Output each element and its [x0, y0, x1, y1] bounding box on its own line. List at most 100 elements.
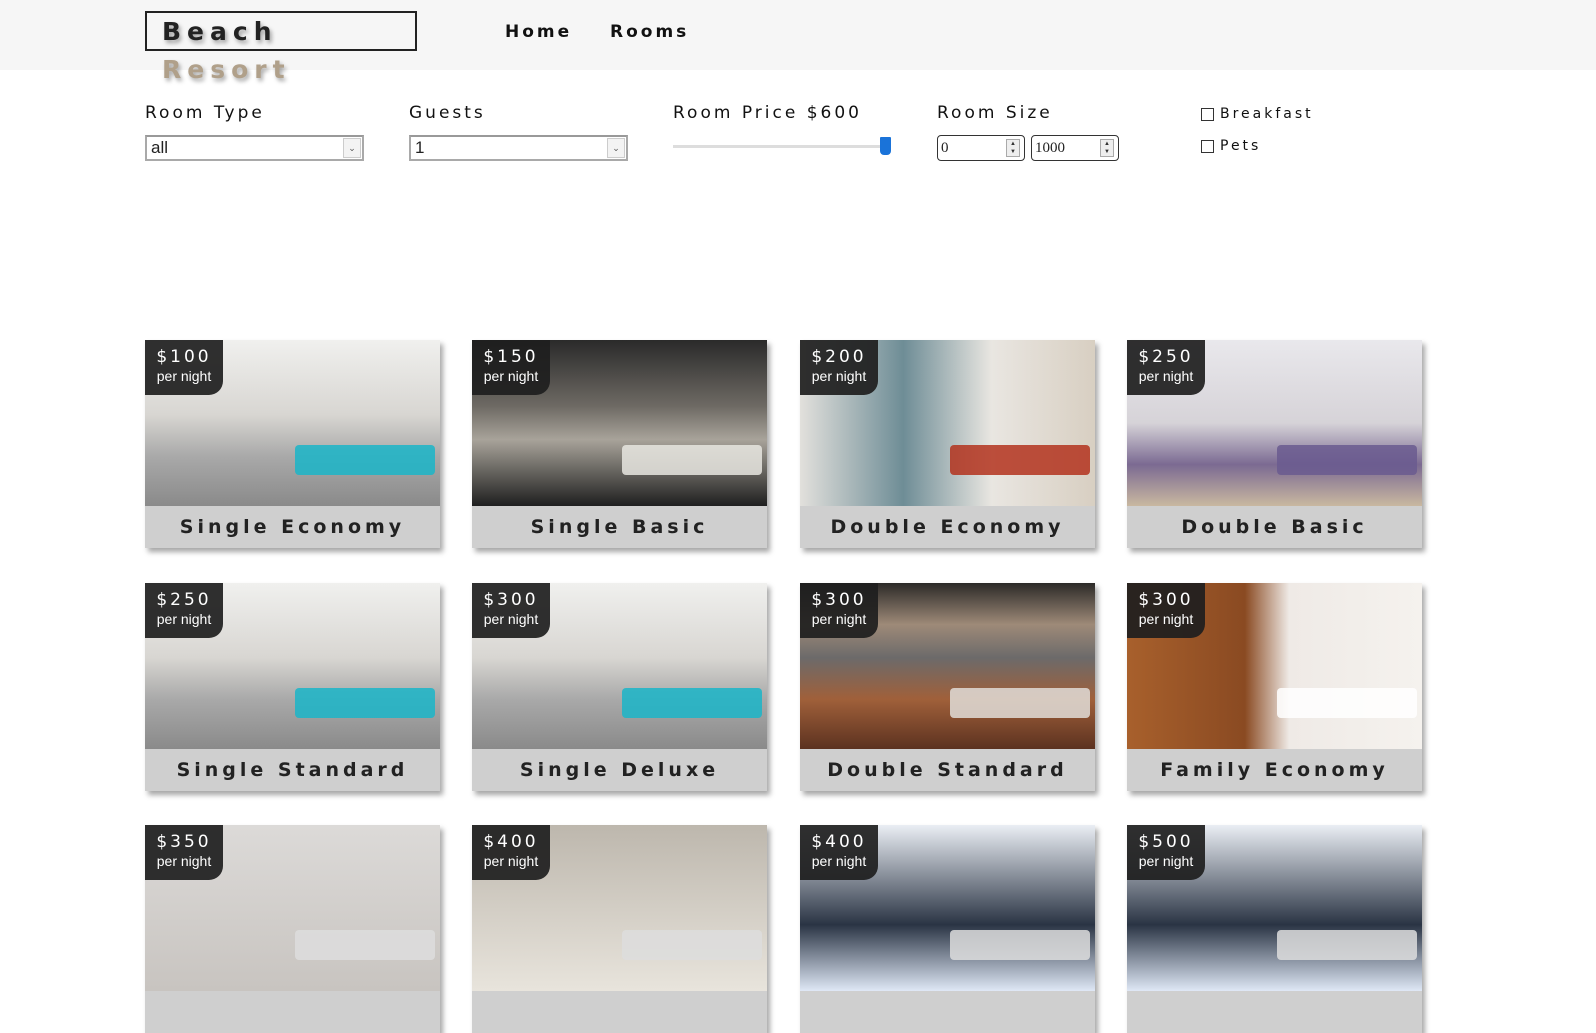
- per-night-label: per night: [811, 368, 867, 384]
- bed-shape: [1277, 445, 1417, 475]
- per-night-label: per night: [483, 368, 539, 384]
- room-price: $400: [811, 832, 867, 852]
- room-image[interactable]: $100 per night: [145, 340, 440, 506]
- price-slider[interactable]: [673, 145, 887, 148]
- price-badge: $300 per night: [800, 583, 878, 638]
- spinner-icon[interactable]: ▲ ▼: [1100, 139, 1114, 157]
- per-night-label: per night: [156, 611, 212, 627]
- bed-shape: [950, 445, 1090, 475]
- price-badge: $400 per night: [800, 825, 878, 880]
- bed-shape: [1277, 688, 1417, 718]
- chevron-down-icon: ⌄: [343, 138, 361, 158]
- checkbox-icon[interactable]: [1201, 139, 1214, 153]
- room-card[interactable]: $400 per night: [472, 825, 767, 1033]
- breakfast-label: Breakfast: [1220, 106, 1314, 122]
- price-label: Room Price $600: [673, 103, 862, 123]
- size-max-input[interactable]: 1000 ▲ ▼: [1031, 135, 1119, 161]
- room-card[interactable]: $300 per night Double Standard: [800, 583, 1095, 791]
- room-card[interactable]: $300 per night Single Deluxe: [472, 583, 767, 791]
- logo-first: Beach: [162, 17, 278, 46]
- bed-shape: [1277, 930, 1417, 960]
- room-name: Double Standard: [800, 749, 1095, 791]
- navbar: Beach Resort Home Rooms: [0, 0, 1596, 84]
- per-night-label: per night: [156, 368, 212, 384]
- room-image[interactable]: $400 per night: [472, 825, 767, 991]
- guests-value: 1: [415, 138, 425, 157]
- bed-shape: [295, 930, 435, 960]
- room-name: [800, 991, 1095, 1033]
- price-slider-thumb[interactable]: [880, 137, 891, 155]
- per-night-label: per night: [811, 853, 867, 869]
- price-badge: $300 per night: [1127, 583, 1205, 638]
- room-image[interactable]: $250 per night: [1127, 340, 1422, 506]
- breakfast-checkbox[interactable]: Breakfast: [1201, 106, 1314, 122]
- room-card[interactable]: $250 per night Single Standard: [145, 583, 440, 791]
- chevron-down-icon: ⌄: [607, 138, 625, 158]
- nav-home[interactable]: Home: [505, 22, 572, 42]
- room-price: $300: [483, 590, 539, 610]
- nav-rooms[interactable]: Rooms: [610, 22, 689, 42]
- per-night-label: per night: [1138, 368, 1194, 384]
- room-card[interactable]: $250 per night Double Basic: [1127, 340, 1422, 548]
- room-name: [1127, 991, 1422, 1033]
- logo-second: Resort: [162, 55, 291, 84]
- room-image[interactable]: $150 per night: [472, 340, 767, 506]
- room-image[interactable]: $250 per night: [145, 583, 440, 749]
- bed-shape: [622, 445, 762, 475]
- checkbox-icon[interactable]: [1201, 107, 1214, 121]
- room-type-select[interactable]: all ⌄: [145, 135, 364, 161]
- bed-shape: [295, 445, 435, 475]
- bed-shape: [295, 688, 435, 718]
- room-image[interactable]: $400 per night: [800, 825, 1095, 991]
- room-card[interactable]: $100 per night Single Economy: [145, 340, 440, 548]
- room-price: $300: [1138, 590, 1194, 610]
- room-price: $100: [156, 347, 212, 367]
- room-price: $200: [811, 347, 867, 367]
- price-badge: $500 per night: [1127, 825, 1205, 880]
- price-badge: $100 per night: [145, 340, 223, 395]
- room-price: $300: [811, 590, 867, 610]
- room-price: $350: [156, 832, 212, 852]
- price-badge: $150 per night: [472, 340, 550, 395]
- spinner-icon[interactable]: ▲ ▼: [1006, 139, 1020, 157]
- room-card[interactable]: $200 per night Double Economy: [800, 340, 1095, 548]
- room-name: [472, 991, 767, 1033]
- room-name: [145, 991, 440, 1033]
- room-name: Single Deluxe: [472, 749, 767, 791]
- room-name: Double Basic: [1127, 506, 1422, 548]
- pets-checkbox[interactable]: Pets: [1201, 138, 1261, 154]
- per-night-label: per night: [1138, 853, 1194, 869]
- room-name: Single Standard: [145, 749, 440, 791]
- per-night-label: per night: [156, 853, 212, 869]
- room-card[interactable]: $400 per night: [800, 825, 1095, 1033]
- price-badge: $250 per night: [1127, 340, 1205, 395]
- size-min-value: 0: [941, 140, 949, 156]
- room-card[interactable]: $350 per night: [145, 825, 440, 1033]
- room-name: Single Basic: [472, 506, 767, 548]
- size-min-input[interactable]: 0 ▲ ▼: [937, 135, 1025, 161]
- guests-label: Guests: [409, 103, 486, 123]
- per-night-label: per night: [1138, 611, 1194, 627]
- room-image[interactable]: $300 per night: [800, 583, 1095, 749]
- room-image[interactable]: $350 per night: [145, 825, 440, 991]
- room-card[interactable]: $300 per night Family Economy: [1127, 583, 1422, 791]
- room-image[interactable]: $300 per night: [1127, 583, 1422, 749]
- room-price: $500: [1138, 832, 1194, 852]
- logo[interactable]: Beach Resort: [145, 11, 417, 84]
- per-night-label: per night: [811, 611, 867, 627]
- room-image[interactable]: $500 per night: [1127, 825, 1422, 991]
- room-card[interactable]: $500 per night: [1127, 825, 1422, 1033]
- room-image[interactable]: $300 per night: [472, 583, 767, 749]
- room-image[interactable]: $200 per night: [800, 340, 1095, 506]
- room-name: Family Economy: [1127, 749, 1422, 791]
- guests-select[interactable]: 1 ⌄: [409, 135, 628, 161]
- room-price: $400: [483, 832, 539, 852]
- price-badge: $300 per night: [472, 583, 550, 638]
- bed-shape: [622, 688, 762, 718]
- per-night-label: per night: [483, 853, 539, 869]
- size-max-value: 1000: [1035, 140, 1065, 156]
- room-name: Double Economy: [800, 506, 1095, 548]
- room-type-label: Room Type: [145, 103, 265, 123]
- room-card[interactable]: $150 per night Single Basic: [472, 340, 767, 548]
- price-badge: $350 per night: [145, 825, 223, 880]
